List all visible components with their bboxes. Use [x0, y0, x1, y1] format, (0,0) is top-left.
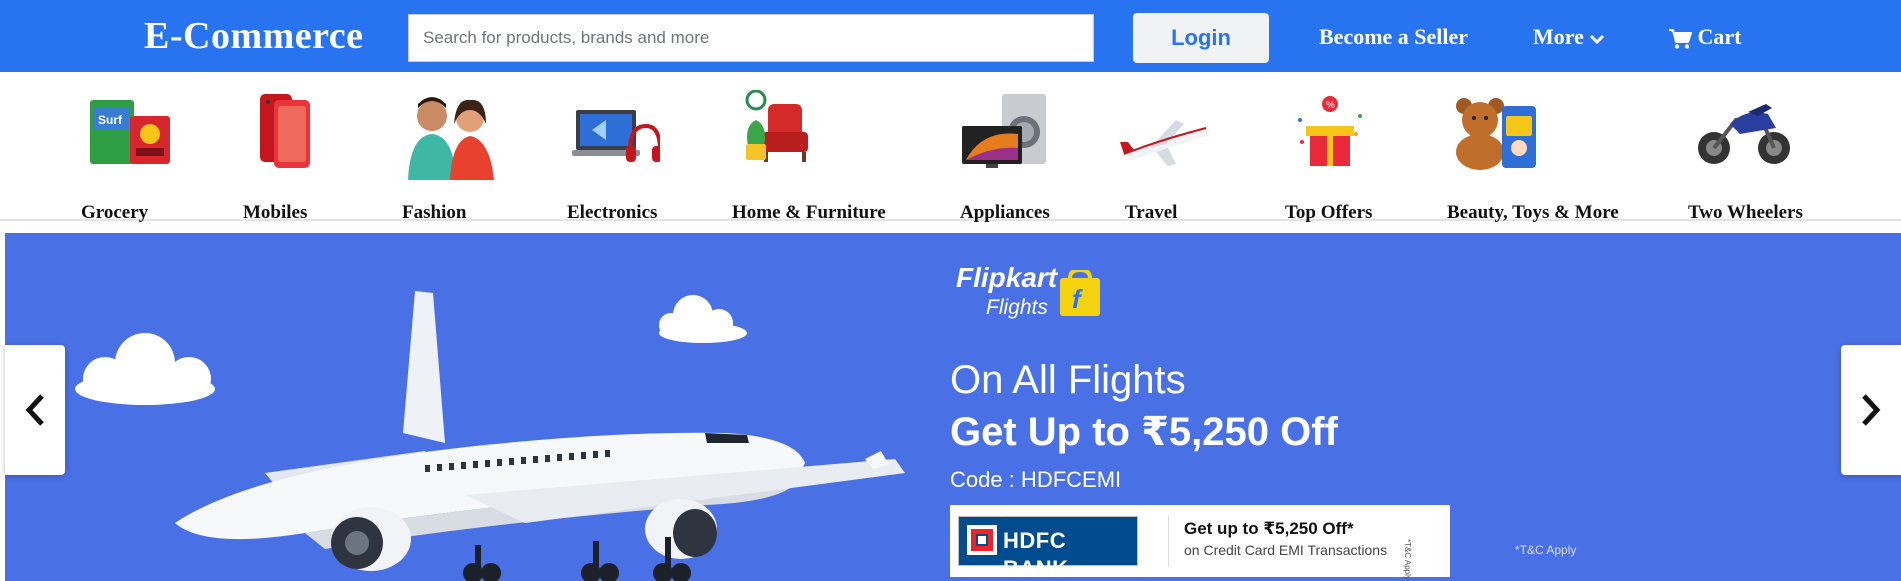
category-mobiles[interactable]: Mobiles — [243, 90, 320, 223]
become-seller-link[interactable]: Become a Seller — [1319, 22, 1468, 52]
divider — [1168, 515, 1169, 567]
category-electronics[interactable]: Electronics — [567, 90, 662, 223]
hero-banner[interactable]: Flipkart Flights f On All Flights Get Up… — [5, 233, 1901, 581]
bank-offer-text: Get up to ₹5,250 Off* — [1184, 519, 1354, 538]
carousel-prev-button[interactable] — [5, 345, 65, 475]
category-label: Grocery — [81, 202, 149, 223]
category-label: Beauty, Toys & More — [1447, 202, 1619, 223]
become-seller-label: Become a Seller — [1319, 24, 1469, 49]
category-label: Home & Furniture — [732, 202, 886, 223]
mobiles-icon — [260, 94, 310, 168]
category-home-furniture[interactable]: Home & Furniture — [732, 89, 886, 223]
flipkart-bag-icon: f — [1060, 270, 1100, 316]
airplane-illustration — [75, 291, 905, 581]
cart-label: Cart — [1697, 24, 1742, 49]
category-appliances[interactable]: Appliances — [960, 90, 1052, 223]
brand-logo[interactable]: E-Commerce — [144, 12, 364, 60]
cart-icon — [1669, 28, 1692, 49]
toys-icon — [1456, 98, 1536, 170]
furniture-icon — [745, 89, 808, 162]
chevron-left-icon — [25, 394, 44, 426]
offer-amount: Get Up to ₹5,250 Off — [950, 410, 1338, 454]
bank-offer-subtext: on Credit Card EMI Transactions — [1184, 542, 1388, 558]
category-label: Mobiles — [243, 202, 308, 223]
category-beauty-toys[interactable]: Beauty, Toys & More — [1447, 90, 1619, 223]
two-wheelers-icon — [1698, 104, 1790, 164]
login-button[interactable]: Login — [1133, 13, 1269, 63]
offers-icon: % — [1298, 96, 1362, 166]
electronics-icon — [572, 110, 662, 162]
category-label: Appliances — [960, 202, 1050, 223]
hdfc-square-icon — [967, 525, 997, 555]
svg-text:Surf: Surf — [98, 113, 123, 127]
flights-brand-text: Flights — [986, 296, 1048, 319]
carousel-next-button[interactable] — [1841, 345, 1901, 475]
bank-offer-card: HDFC BANK Get up to ₹5,250 Off* on Credi… — [950, 505, 1450, 581]
more-label: More — [1533, 24, 1584, 49]
category-travel[interactable]: Travel — [1120, 90, 1210, 223]
cart-link[interactable]: Cart — [1668, 22, 1741, 52]
grocery-icon: Surf — [90, 100, 170, 164]
offer-headline: On All Flights — [950, 358, 1186, 402]
terms-note: *T&C Apply — [1515, 543, 1577, 557]
top-header: E-Commerce Login Become a Seller More Ca… — [0, 0, 1901, 72]
category-label: Travel — [1125, 202, 1178, 223]
hdfc-bank-name: HDFC BANK — [1003, 528, 1069, 581]
bank-tc-text: *T&C Apply — [1403, 539, 1412, 580]
category-grocery[interactable]: Surf Grocery — [81, 90, 176, 223]
category-label: Electronics — [567, 202, 658, 223]
hdfc-logo: HDFC BANK — [958, 516, 1138, 581]
category-fashion[interactable]: Fashion — [402, 90, 498, 223]
search-input[interactable] — [408, 14, 1094, 62]
category-label: Fashion — [402, 202, 467, 223]
travel-icon — [1120, 120, 1208, 166]
category-label: Two Wheelers — [1688, 202, 1803, 223]
chevron-down-icon — [1590, 34, 1605, 45]
svg-text:%: % — [1326, 100, 1335, 111]
category-two-wheelers[interactable]: Two Wheelers — [1688, 90, 1803, 223]
fashion-icon — [408, 97, 494, 180]
flipkart-brand-text: Flipkart — [956, 262, 1058, 293]
more-menu[interactable]: More — [1533, 22, 1605, 52]
chevron-right-icon — [1862, 394, 1881, 426]
category-strip: Surf Grocery Mobiles Fashion Electronics… — [0, 72, 1901, 223]
appliances-icon — [962, 94, 1046, 168]
category-label: Top Offers — [1285, 202, 1373, 223]
offer-code: Code : HDFCEMI — [950, 467, 1122, 492]
category-top-offers[interactable]: % Top Offers — [1285, 90, 1372, 223]
